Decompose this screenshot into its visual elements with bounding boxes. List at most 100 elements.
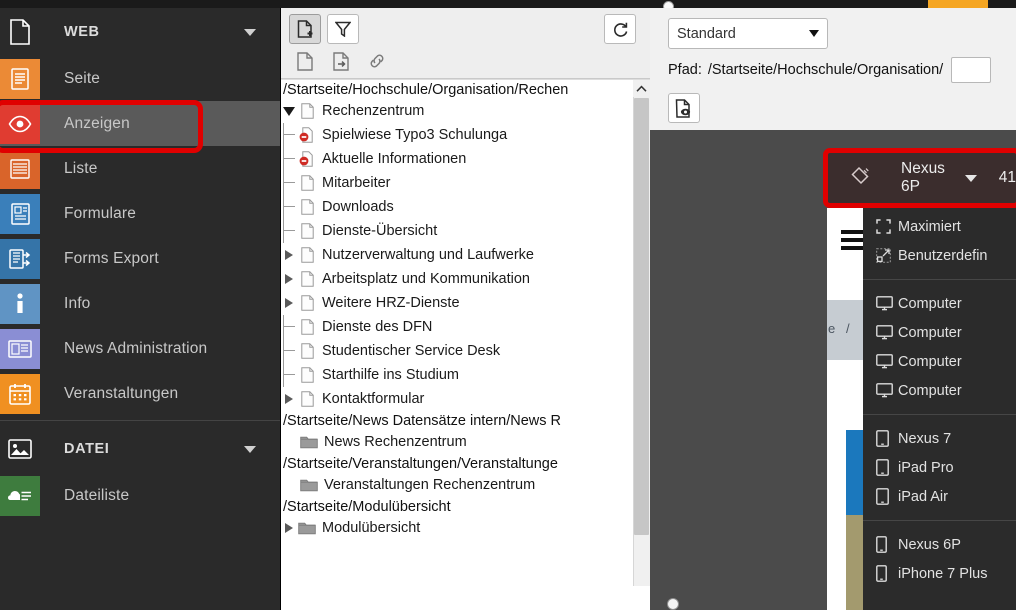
chevron-right-icon[interactable] bbox=[281, 291, 297, 315]
menu-item-computer-2[interactable]: Computer bbox=[863, 318, 1016, 347]
info-icon bbox=[0, 283, 40, 324]
menu-item-nexus-6p[interactable]: Nexus 6P bbox=[863, 530, 1016, 559]
page-preview-icon[interactable] bbox=[668, 93, 700, 123]
tree-node-weitere-hrz-dienste[interactable]: Weitere HRZ-Dienste bbox=[281, 291, 633, 315]
page-icon bbox=[297, 387, 317, 411]
tree-node-studentischer-service-desk[interactable]: Studentischer Service Desk bbox=[281, 339, 633, 363]
sidebar-item-anzeigen[interactable]: Anzeigen bbox=[0, 101, 280, 146]
tablet-icon bbox=[876, 488, 898, 505]
page-tree-panel: /Startseite/Hochschule/Organisation/Rech… bbox=[280, 8, 650, 610]
menu-item-nexus-7[interactable]: Nexus 7 bbox=[863, 424, 1016, 453]
tree-node-arbeitsplatz[interactable]: Arbeitsplatz und Kommunikation bbox=[281, 267, 633, 291]
tree-node-veranstaltungen-rechenzentrum[interactable]: Veranstaltungen Rechenzentrum bbox=[281, 473, 633, 497]
tree-node-dienste-uebersicht[interactable]: Dienste-Übersicht bbox=[281, 219, 633, 243]
menu-item-label: Nexus 6P bbox=[898, 536, 961, 553]
menu-item-computer-1[interactable]: Computer bbox=[863, 289, 1016, 318]
blank-page-icon[interactable] bbox=[291, 48, 319, 74]
rotate-device-icon[interactable] bbox=[849, 166, 871, 191]
link-icon[interactable] bbox=[363, 48, 391, 74]
image-icon bbox=[0, 429, 40, 469]
tree-node-nutzerverwaltung[interactable]: Nutzerverwaltung und Laufwerke bbox=[281, 243, 633, 267]
tree-node-label: Mitarbeiter bbox=[322, 175, 391, 191]
page-arrow-icon[interactable] bbox=[327, 48, 355, 74]
sidebar-item-seite[interactable]: Seite bbox=[0, 56, 280, 101]
tree-node-rechenzentrum[interactable]: Rechenzentrum bbox=[281, 99, 633, 123]
tree-node-aktuelle-informationen[interactable]: Aktuelle Informationen bbox=[281, 147, 633, 171]
menu-item-label: Computer bbox=[898, 324, 962, 341]
sidebar-section-label: DATEI bbox=[64, 441, 110, 457]
tree-node-news-rechenzentrum[interactable]: News Rechenzentrum bbox=[281, 430, 633, 454]
hamburger-icon[interactable] bbox=[841, 230, 863, 254]
sidebar-item-veranstaltungen[interactable]: Veranstaltungen bbox=[0, 371, 280, 416]
path-row: Pfad: /Startseite/Hochschule/Organisatio… bbox=[650, 49, 1016, 83]
chevron-down-icon[interactable] bbox=[964, 174, 977, 182]
chevron-down-icon[interactable] bbox=[244, 446, 256, 453]
menu-item-iphone-7-plus[interactable]: iPhone 7 Plus bbox=[863, 559, 1016, 588]
desktop-icon bbox=[876, 325, 898, 340]
menu-item-label: Computer bbox=[898, 353, 962, 370]
sidebar-section-datei[interactable]: DATEI bbox=[0, 425, 280, 473]
view-mode-select[interactable]: Standard bbox=[668, 18, 828, 49]
page-icon bbox=[297, 195, 317, 219]
view-select-row: Standard bbox=[650, 8, 1016, 49]
chevron-down-icon[interactable] bbox=[281, 99, 297, 123]
tree-node-kontaktformular[interactable]: Kontaktformular bbox=[281, 387, 633, 411]
sidebar-item-label: Veranstaltungen bbox=[64, 384, 179, 402]
path-input[interactable] bbox=[951, 57, 992, 83]
tree-node-label: Veranstaltungen Rechenzentrum bbox=[324, 477, 536, 493]
new-page-icon[interactable] bbox=[289, 14, 321, 44]
resize-handle[interactable] bbox=[667, 598, 679, 610]
menu-item-computer-3[interactable]: Computer bbox=[863, 347, 1016, 376]
list-icon bbox=[0, 148, 40, 189]
preview-button-row bbox=[650, 83, 1016, 123]
chevron-right-icon[interactable] bbox=[281, 243, 297, 267]
filelist-icon bbox=[0, 475, 40, 516]
device-toolbar: Nexus 6P 41 bbox=[827, 152, 1016, 204]
page-icon bbox=[297, 171, 317, 195]
menu-separator bbox=[863, 520, 1016, 521]
tree-node-starthilfe[interactable]: Starthilfe ins Studium bbox=[281, 363, 633, 387]
desktop-icon bbox=[876, 383, 898, 398]
device-width-value: 41 bbox=[998, 169, 1016, 186]
sidebar-item-label: Forms Export bbox=[64, 249, 159, 267]
sidebar-item-liste[interactable]: Liste bbox=[0, 146, 280, 191]
tree-node-label: Weitere HRZ-Dienste bbox=[322, 295, 460, 311]
chevron-right-icon[interactable] bbox=[281, 516, 297, 540]
tree-node-downloads[interactable]: Downloads bbox=[281, 195, 633, 219]
sidebar-item-formulare[interactable]: Formulare bbox=[0, 191, 280, 236]
phone-icon bbox=[876, 536, 898, 553]
tree-node-dienste-dfn[interactable]: Dienste des DFN bbox=[281, 315, 633, 339]
menu-item-ipad-air[interactable]: iPad Air bbox=[863, 482, 1016, 511]
menu-item-ipad-pro[interactable]: iPad Pro bbox=[863, 453, 1016, 482]
scrollbar-thumb[interactable] bbox=[634, 98, 649, 535]
chevron-down-icon[interactable] bbox=[244, 29, 256, 36]
preview-page-content: e / bbox=[827, 208, 863, 610]
menu-item-benutzerdefiniert[interactable]: Benutzerdefin bbox=[863, 241, 1016, 270]
sidebar-section-web[interactable]: WEB bbox=[0, 8, 280, 56]
sidebar-item-news-administration[interactable]: News Administration bbox=[0, 326, 280, 371]
filter-icon[interactable] bbox=[327, 14, 359, 44]
path-label: Pfad: bbox=[668, 62, 702, 78]
menu-item-computer-4[interactable]: Computer bbox=[863, 376, 1016, 405]
sidebar-item-forms-export[interactable]: Forms Export bbox=[0, 236, 280, 281]
sidebar-item-info[interactable]: Info bbox=[0, 281, 280, 326]
tree-path-label: /Startseite/Hochschule/Organisation/Rech… bbox=[283, 82, 569, 98]
chevron-right-icon[interactable] bbox=[281, 387, 297, 411]
tree-node-spielwiese[interactable]: Spielwiese Typo3 Schulunga bbox=[281, 123, 633, 147]
device-name[interactable]: Nexus 6P bbox=[901, 160, 956, 196]
chevron-right-icon[interactable] bbox=[281, 267, 297, 291]
tree-node-label: Modulübersicht bbox=[322, 520, 421, 536]
chevron-up-icon[interactable] bbox=[633, 80, 650, 97]
page-module-icon bbox=[0, 58, 40, 99]
tree-node-mitarbeiter[interactable]: Mitarbeiter bbox=[281, 171, 633, 195]
page-icon bbox=[297, 243, 317, 267]
sidebar-item-dateiliste[interactable]: Dateiliste bbox=[0, 473, 280, 518]
sidebar-item-label: Dateiliste bbox=[64, 486, 130, 504]
tree-node-moduluebersicht[interactable]: Modulübersicht bbox=[281, 516, 633, 540]
tree-node-label: Spielwiese Typo3 Schulunga bbox=[322, 127, 508, 143]
page-tree-scrollbar[interactable] bbox=[633, 80, 650, 586]
menu-item-maximiert[interactable]: Maximiert bbox=[863, 212, 1016, 241]
content-block-tan bbox=[846, 515, 863, 610]
menu-item-label: Nexus 7 bbox=[898, 430, 952, 447]
refresh-icon[interactable] bbox=[604, 14, 636, 44]
